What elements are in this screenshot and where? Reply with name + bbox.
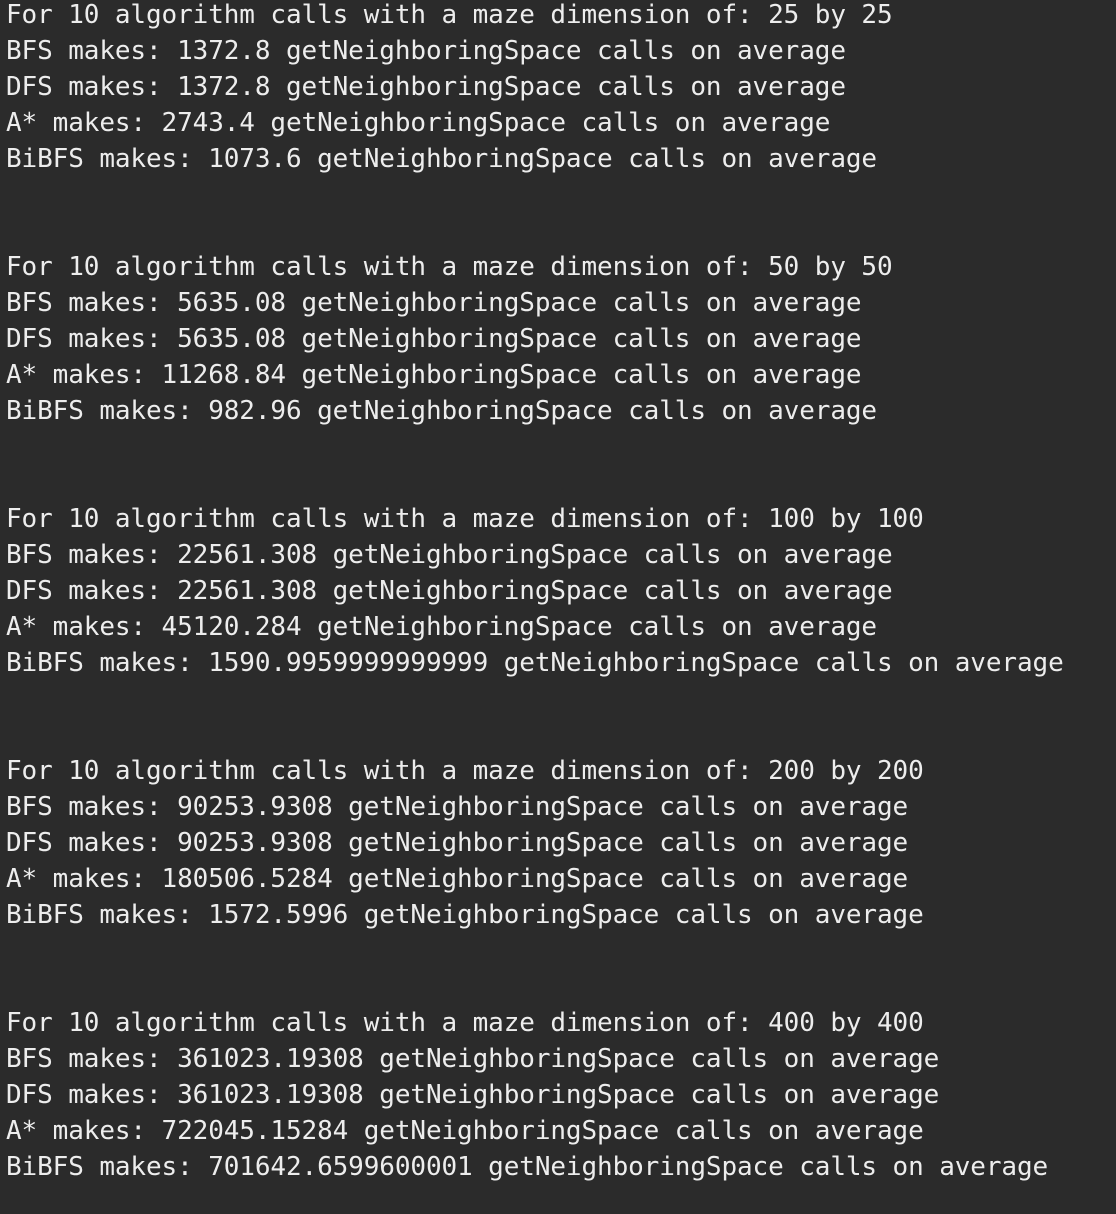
block-header: For 10 algorithm calls with a maze dimen…	[6, 504, 924, 534]
block-header: For 10 algorithm calls with a maze dimen…	[6, 756, 924, 786]
result-line-bfs: BFS makes: 5635.08 getNeighboringSpace c…	[6, 288, 862, 318]
result-line-bibfs: BiBFS makes: 1572.5996 getNeighboringSpa…	[6, 900, 924, 930]
result-line-astar: A* makes: 45120.284 getNeighboringSpace …	[6, 612, 877, 642]
result-line-astar: A* makes: 2743.4 getNeighboringSpace cal…	[6, 108, 831, 138]
result-line-bibfs: BiBFS makes: 1073.6 getNeighboringSpace …	[6, 144, 877, 174]
result-line-dfs: DFS makes: 5635.08 getNeighboringSpace c…	[6, 324, 862, 354]
block-header: For 10 algorithm calls with a maze dimen…	[6, 1008, 924, 1038]
block-header: For 10 algorithm calls with a maze dimen…	[6, 0, 893, 30]
result-line-astar: A* makes: 722045.15284 getNeighboringSpa…	[6, 1116, 924, 1146]
result-line-bfs: BFS makes: 1372.8 getNeighboringSpace ca…	[6, 36, 846, 66]
result-line-dfs: DFS makes: 90253.9308 getNeighboringSpac…	[6, 828, 909, 858]
result-line-bfs: BFS makes: 22561.308 getNeighboringSpace…	[6, 540, 893, 570]
block-header: For 10 algorithm calls with a maze dimen…	[6, 252, 893, 282]
result-line-bfs: BFS makes: 90253.9308 getNeighboringSpac…	[6, 792, 909, 822]
result-line-astar: A* makes: 11268.84 getNeighboringSpace c…	[6, 360, 862, 390]
result-line-dfs: DFS makes: 361023.19308 getNeighboringSp…	[6, 1080, 940, 1110]
result-line-bibfs: BiBFS makes: 701642.6599600001 getNeighb…	[6, 1152, 1049, 1182]
result-line-bfs: BFS makes: 361023.19308 getNeighboringSp…	[6, 1044, 940, 1074]
result-line-dfs: DFS makes: 22561.308 getNeighboringSpace…	[6, 576, 893, 606]
terminal-output: For 10 algorithm calls with a maze dimen…	[0, 0, 1116, 1214]
result-line-astar: A* makes: 180506.5284 getNeighboringSpac…	[6, 864, 909, 894]
result-line-dfs: DFS makes: 1372.8 getNeighboringSpace ca…	[6, 72, 846, 102]
result-line-bibfs: BiBFS makes: 982.96 getNeighboringSpace …	[6, 396, 877, 426]
result-line-bibfs: BiBFS makes: 1590.9959999999999 getNeigh…	[6, 648, 1064, 678]
